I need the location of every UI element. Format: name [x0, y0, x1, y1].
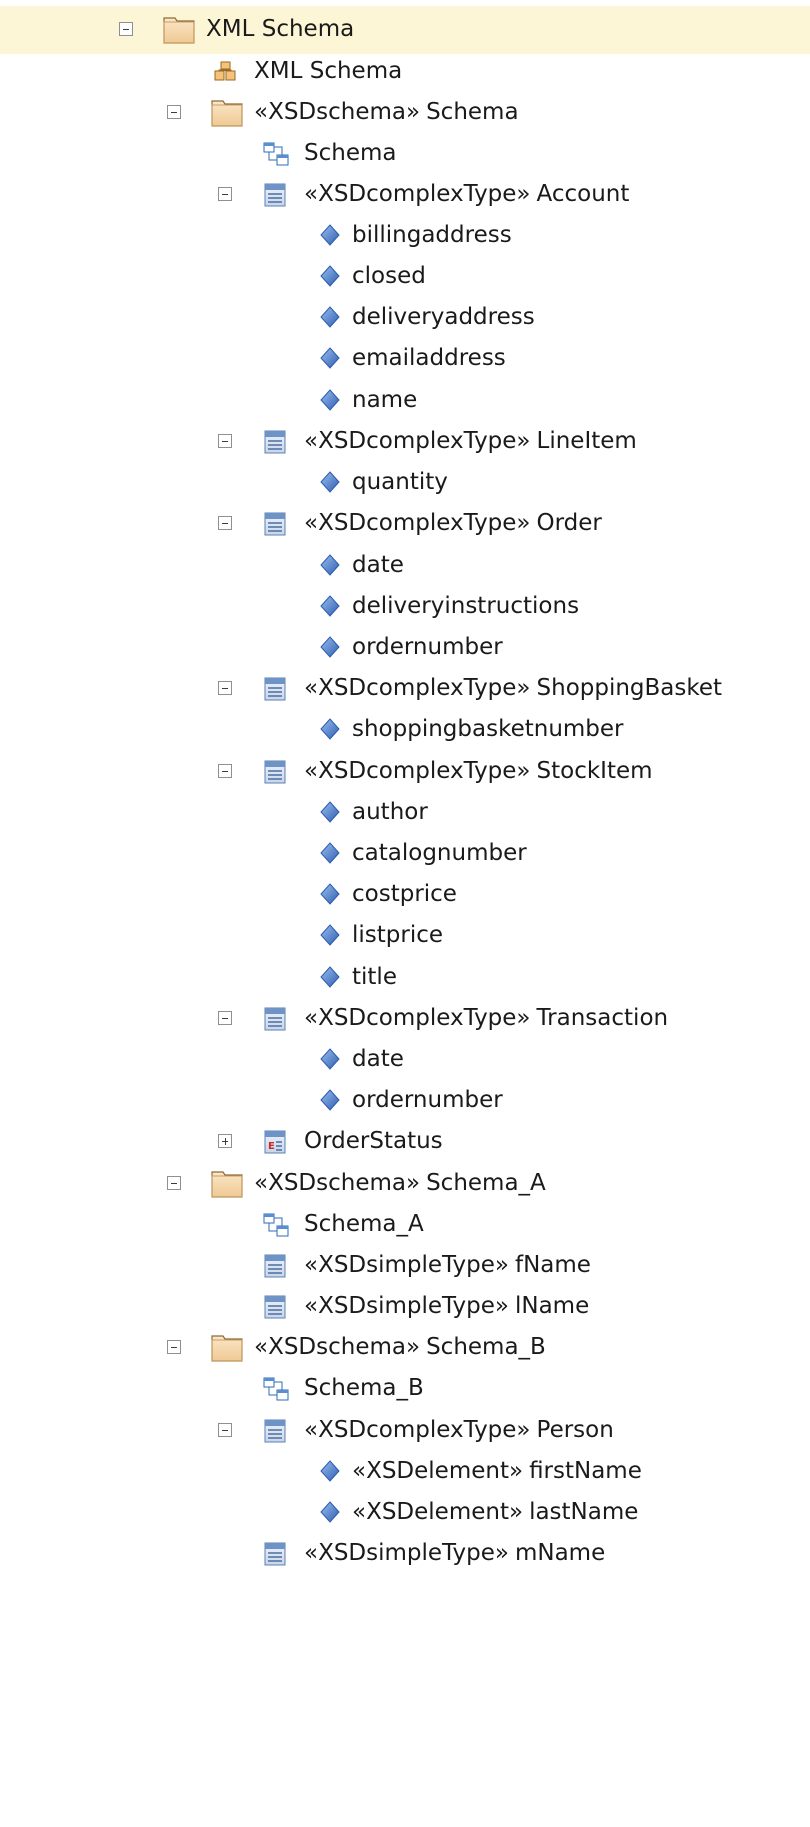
tree-node-label: «XSDcomplexType» StockItem [304, 758, 653, 784]
collapse-toggle[interactable] [218, 681, 232, 695]
tree-node-label: «XSDcomplexType» LineItem [304, 428, 637, 454]
attribute-icon [320, 842, 340, 864]
tree-node-label: «XSDschema» Schema [254, 99, 519, 125]
class-icon [264, 1542, 286, 1566]
class-icon [264, 1295, 286, 1319]
attribute-icon [320, 718, 340, 740]
tree-node-label: deliveryaddress [352, 304, 535, 330]
folder-icon [211, 1171, 243, 1198]
attribute-icon [320, 389, 340, 411]
tree-node-schema-b-diagram[interactable]: Schema_B [0, 1365, 810, 1413]
collapse-toggle[interactable] [167, 1340, 181, 1354]
collapse-toggle[interactable] [218, 1423, 232, 1437]
class-icon [264, 1007, 286, 1031]
class-icon [264, 760, 286, 784]
tree-node-label: «XSDsimpleType» lName [304, 1293, 590, 1319]
attribute-icon [320, 1501, 340, 1523]
tree-node-label: «XSDcomplexType» Person [304, 1417, 614, 1443]
class-icon [264, 677, 286, 701]
collapse-toggle[interactable] [167, 105, 181, 119]
attribute-icon [320, 554, 340, 576]
attribute-icon [320, 1460, 340, 1482]
attribute-icon [320, 471, 340, 493]
tree-node-label: Schema [304, 140, 397, 166]
tree-node-label: Schema_A [304, 1211, 424, 1237]
tree-node-label: «XSDschema» Schema_A [254, 1170, 546, 1196]
collapse-toggle[interactable] [167, 1176, 181, 1190]
tree-node-label: OrderStatus [304, 1128, 443, 1154]
tree-node-label: listprice [352, 922, 444, 948]
tree-node-label: «XSDcomplexType» Transaction [304, 1005, 669, 1031]
tree-node-label: «XSDsimpleType» mName [304, 1540, 606, 1566]
class-diagram-icon [263, 142, 289, 166]
tree-node-simpletype-mname[interactable]: «XSDsimpleType» mName [0, 1530, 810, 1578]
tree-node-label: ordernumber [352, 634, 503, 660]
collapse-toggle[interactable] [119, 22, 133, 36]
class-icon [264, 1254, 286, 1278]
attribute-icon [320, 1048, 340, 1070]
tree-node-label: closed [352, 263, 426, 289]
tree-node-attribute[interactable]: shoppingbasketnumber [0, 706, 810, 754]
folder-icon [163, 17, 195, 44]
collapse-toggle[interactable] [218, 1011, 232, 1025]
tree-node-class-order[interactable]: «XSDcomplexType» Order [0, 500, 810, 548]
tree-node-label: ordernumber [352, 1087, 503, 1113]
tree-node-label: costprice [352, 881, 457, 907]
tree-node-label: date [352, 1046, 404, 1072]
attribute-icon [320, 595, 340, 617]
tree-node-label: date [352, 552, 404, 578]
svg-text:E: E [268, 1141, 275, 1152]
collapse-toggle[interactable] [218, 434, 232, 448]
tree-node-enumeration-orderstatus[interactable]: E OrderStatus [0, 1118, 810, 1166]
tree-node-label: author [352, 799, 428, 825]
enumeration-icon: E [264, 1130, 286, 1154]
attribute-icon [320, 1089, 340, 1111]
tree-node-label: shoppingbasketnumber [352, 716, 624, 742]
tree-node-label: «XSDsimpleType» fName [304, 1252, 591, 1278]
tree-node-attribute[interactable]: listprice [0, 912, 810, 960]
attribute-icon [320, 924, 340, 946]
collapse-toggle[interactable] [218, 516, 232, 530]
tree-node-label: catalognumber [352, 840, 527, 866]
tree-node-xml-schema-root[interactable]: XML Schema [0, 6, 810, 54]
tree-node-label: «XSDcomplexType» Account [304, 181, 630, 207]
class-diagram-icon [263, 1213, 289, 1237]
attribute-icon [320, 265, 340, 287]
tree-node-label: billingaddress [352, 222, 512, 248]
project-browser-tree: XML Schema XML Schema «XSDschema» Schema … [0, 0, 810, 1827]
attribute-icon [320, 801, 340, 823]
tree-node-label: deliveryinstructions [352, 593, 580, 619]
tree-node-label: name [352, 387, 418, 413]
tree-node-label: emailaddress [352, 345, 506, 371]
folder-icon [211, 1335, 243, 1362]
class-icon [264, 512, 286, 536]
tree-node-label: «XSDcomplexType» ShoppingBasket [304, 675, 723, 701]
tree-node-label: «XSDelement» firstName [352, 1458, 642, 1484]
tree-node-label: «XSDelement» lastName [352, 1499, 639, 1525]
class-diagram-icon [263, 1377, 289, 1401]
expand-toggle[interactable] [218, 1134, 232, 1148]
collapse-toggle[interactable] [218, 764, 232, 778]
attribute-icon [320, 636, 340, 658]
tree-node-label: XML Schema [254, 58, 403, 84]
package-diagram-icon [214, 61, 236, 81]
tree-node-label: XML Schema [206, 16, 355, 42]
tree-node-label: quantity [352, 469, 448, 495]
tree-node-label: Schema_B [304, 1375, 424, 1401]
attribute-icon [320, 224, 340, 246]
tree-node-label: «XSDcomplexType» Order [304, 510, 602, 536]
attribute-icon [320, 347, 340, 369]
tree-node-attribute[interactable]: emailaddress [0, 335, 810, 383]
tree-node-label: title [352, 964, 397, 990]
class-icon [264, 183, 286, 207]
class-icon [264, 1419, 286, 1443]
attribute-icon [320, 306, 340, 328]
class-icon [264, 430, 286, 454]
attribute-icon [320, 883, 340, 905]
tree-node-label: «XSDschema» Schema_B [254, 1334, 546, 1360]
folder-icon [211, 100, 243, 127]
attribute-icon [320, 966, 340, 988]
collapse-toggle[interactable] [218, 187, 232, 201]
